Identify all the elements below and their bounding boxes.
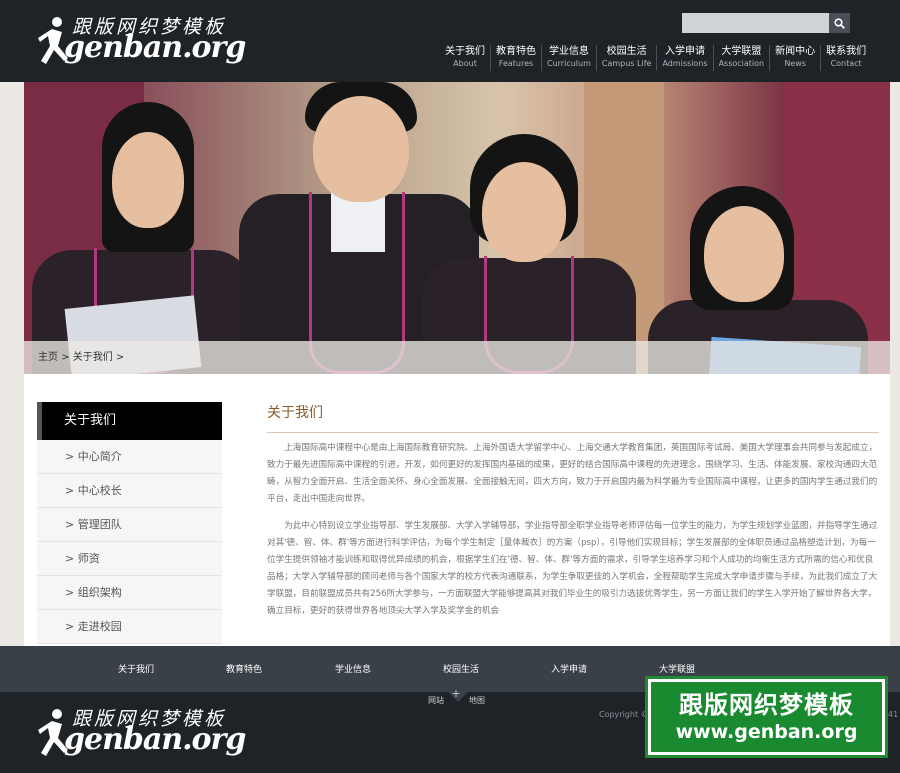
sidebar-item-management[interactable]: > 管理团队 — [37, 508, 222, 542]
student-photo — [24, 82, 254, 374]
nav-sublabel: Contact — [830, 59, 862, 68]
banner-photo — [24, 82, 890, 374]
nav-item-admissions[interactable]: 入学申请 Admissions — [656, 45, 712, 71]
article-paragraph: 为此中心特别设立学业指导部、学生发展部、大学入学辅导部，学业指导部全职学业指导老… — [267, 521, 878, 616]
nav-item-association[interactable]: 大学联盟 Association — [712, 45, 770, 71]
copyright-text: Copyright © — [599, 710, 649, 719]
nav-sublabel: Campus Life — [601, 59, 652, 68]
face — [482, 162, 566, 262]
nav-sublabel: News — [784, 59, 806, 68]
sidebar: 关于我们 > 中心简介 > 中心校长 > 管理团队 > 师资 > 组织架构 > … — [37, 402, 222, 644]
site-logo[interactable]: 跟版网织梦模板 genban.org — [38, 10, 246, 74]
nav-label: 入学申请 — [665, 46, 705, 57]
site-header: 跟版网织梦模板 genban.org 关于我们 About 教育特色 Feature… — [0, 0, 900, 82]
face — [704, 206, 784, 302]
nav-label: 学业信息 — [548, 46, 589, 57]
page-title: 关于我们 — [267, 402, 879, 433]
watermark-badge: 跟版网织梦模板 www.genban.org — [645, 676, 888, 758]
nav-label: 新闻中心 — [775, 46, 816, 57]
nav-label: 大学联盟 — [721, 46, 762, 57]
article-paragraph: 上海国际高中课程中心是由上海国际教育研究院、上海外国语大学留学中心、上海交通大学… — [267, 443, 878, 504]
sidebar-item-organization[interactable]: > 组织架构 — [37, 576, 222, 610]
sitemap-label-left[interactable]: 网站 — [428, 695, 444, 706]
sidebar-item-campus-visit[interactable]: > 走进校园 — [37, 610, 222, 644]
search-box — [682, 13, 850, 33]
face — [112, 132, 184, 228]
watermark-url: www.genban.org — [675, 721, 858, 743]
nav-sublabel: Curriculum — [547, 59, 591, 68]
sidebar-item-faculty[interactable]: > 师资 — [37, 542, 222, 576]
footer-link-campus-life[interactable]: 校园生活 — [443, 662, 479, 675]
nav-item-features[interactable]: 教育特色 Features — [490, 45, 541, 71]
search-input[interactable] — [682, 13, 829, 33]
sidebar-item-intro[interactable]: > 中心简介 — [37, 440, 222, 474]
nav-label: 关于我们 — [445, 46, 485, 57]
nav-item-campus-life[interactable]: 校园生活 Campus Life — [595, 45, 657, 71]
logo-english-text: genban.org — [64, 30, 246, 65]
nav-sublabel: Association — [718, 59, 765, 68]
copyright-tail: 41 — [888, 710, 899, 719]
breadcrumb[interactable]: 主页 > 关于我们 > — [24, 341, 890, 374]
student-photo — [648, 82, 890, 374]
logo-english-text: genban.org — [64, 722, 246, 757]
sitemap-label-right[interactable]: 地图 — [469, 695, 485, 706]
footer-logo[interactable]: 跟版网织梦模板 genban.org — [38, 702, 246, 766]
article: 关于我们 上海国际高中课程中心是由上海国际教育研究院、上海外国语大学留学中心、上… — [267, 402, 879, 620]
nav-label: 校园生活 — [606, 46, 647, 57]
plus-icon[interactable]: + — [450, 688, 462, 700]
search-icon — [834, 17, 845, 29]
nav-item-about[interactable]: 关于我们 About — [440, 45, 490, 71]
footer-link-curriculum[interactable]: 学业信息 — [335, 662, 371, 675]
watermark-inner: 跟版网织梦模板 www.genban.org — [651, 682, 882, 752]
footer-link-features[interactable]: 教育特色 — [226, 662, 262, 675]
nav-sublabel: Admissions — [662, 59, 708, 68]
main-nav: 关于我们 About 教育特色 Features 学业信息 Curriculum 校园… — [440, 45, 871, 71]
watermark-title: 跟版网织梦模板 — [679, 691, 854, 719]
nav-item-news[interactable]: 新闻中心 News — [769, 45, 820, 71]
nav-sublabel: About — [453, 59, 477, 68]
student-photo — [422, 82, 642, 374]
sidebar-title: 关于我们 — [37, 402, 222, 440]
footer-link-admissions[interactable]: 入学申请 — [551, 662, 587, 675]
nav-item-curriculum[interactable]: 学业信息 Curriculum — [541, 45, 596, 71]
nav-sublabel: Features — [498, 59, 534, 68]
footer-link-about[interactable]: 关于我们 — [118, 662, 154, 675]
nav-item-contact[interactable]: 联系我们 Contact — [820, 45, 871, 71]
nav-label: 联系我们 — [826, 46, 867, 57]
nav-label: 教育特色 — [496, 46, 536, 57]
sidebar-item-principal[interactable]: > 中心校长 — [37, 474, 222, 508]
face — [313, 96, 409, 202]
content-area: 关于我们 > 中心简介 > 中心校长 > 管理团队 > 师资 > 组织架构 > … — [24, 374, 890, 646]
search-button[interactable] — [829, 13, 850, 33]
footer-link-association[interactable]: 大学联盟 — [659, 662, 695, 675]
